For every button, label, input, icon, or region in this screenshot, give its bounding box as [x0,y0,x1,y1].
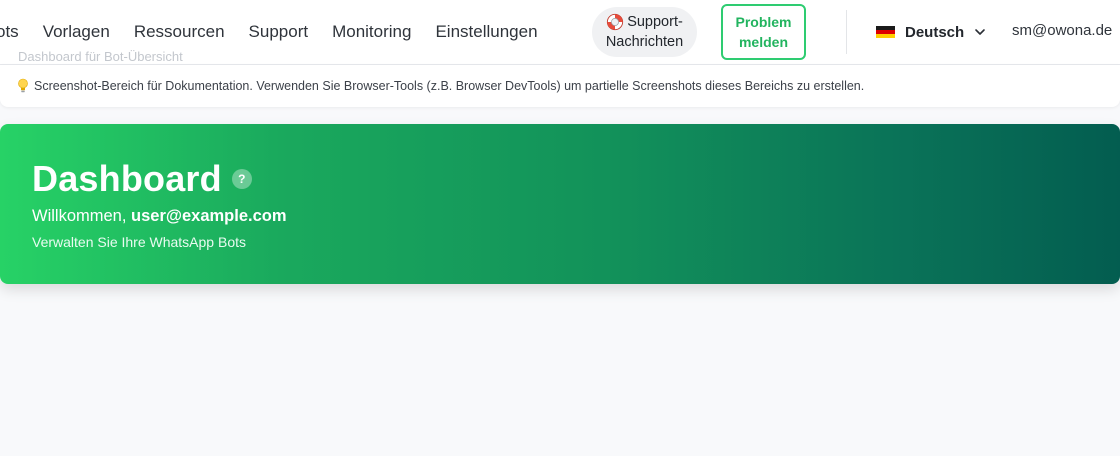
report-problem-button[interactable]: Problem melden [721,4,806,60]
hint-text: Screenshot-Bereich für Dokumentation. Ve… [34,79,865,93]
report-problem-label-1: Problem [735,14,792,30]
chevron-down-icon [975,29,985,35]
nav-item-bots[interactable]: ots [0,22,19,42]
welcome-user: user@example.com [131,207,287,225]
german-flag-icon [876,25,895,39]
support-messages-label-1: Support- [627,14,683,30]
user-menu[interactable]: sm@owona.de [1012,22,1112,39]
report-problem-label-2: melden [738,34,788,50]
welcome-message: Willkommen, user@example.com [32,207,287,226]
nav-item-vorlagen[interactable]: Vorlagen [43,22,110,42]
nav-item-monitoring[interactable]: Monitoring [332,22,411,42]
dashboard-subtitle: Verwalten Sie Ihre WhatsApp Bots [32,234,246,250]
screenshot-hint-bar: Screenshot-Bereich für Dokumentation. Ve… [0,65,1120,107]
language-label: Deutsch [905,23,965,41]
top-navigation-bar: Dashboard für Bot-Übersicht ots Vorlagen… [0,0,1120,65]
help-icon[interactable]: ? [231,169,252,189]
lightbulb-icon [18,78,28,93]
nav-item-support[interactable]: Support [249,22,309,42]
page-title: Dashboard ? [32,158,252,200]
main-nav: ots Vorlagen Ressourcen Support Monitori… [0,0,562,64]
nav-item-einstellungen[interactable]: Einstellungen [435,22,537,42]
dashboard-title: Dashboard [32,158,222,199]
support-messages-button[interactable]: Support- Nachrichten [592,7,697,57]
dashboard-hero-card: Dashboard ? Willkommen, user@example.com… [0,124,1120,284]
language-selector[interactable]: Deutsch [876,21,986,43]
lifebuoy-icon [607,13,624,31]
header-divider [846,10,847,54]
support-messages-label-2: Nachrichten [605,34,684,50]
welcome-prefix: Willkommen, [32,207,127,225]
nav-item-ressourcen[interactable]: Ressourcen [134,22,225,42]
